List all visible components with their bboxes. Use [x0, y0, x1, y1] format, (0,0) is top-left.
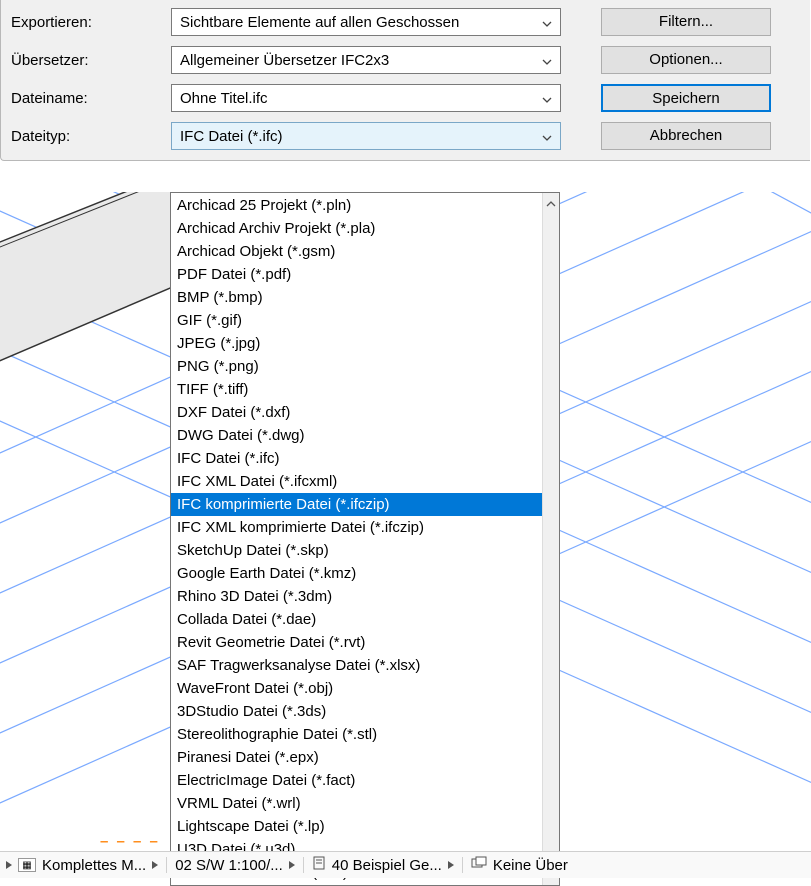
filetype-dropdown[interactable]: IFC Datei (*.ifc)	[171, 122, 561, 150]
chevron-down-icon	[542, 52, 552, 69]
filter-button[interactable]: Filtern...	[601, 8, 771, 36]
filetype-option[interactable]: Stereolithographie Datei (*.stl)	[171, 723, 542, 746]
filetype-option[interactable]: DXF Datei (*.dxf)	[171, 401, 542, 424]
expand-icon[interactable]	[6, 861, 12, 869]
chevron-down-icon	[542, 14, 552, 31]
expand-icon[interactable]	[152, 861, 158, 869]
filetype-option[interactable]: 3DStudio Datei (*.3ds)	[171, 700, 542, 723]
status-tab-4[interactable]: Keine Über	[493, 857, 568, 874]
save-dialog-panel: Exportieren: Sichtbare Elemente auf alle…	[0, 0, 810, 161]
status-tab-3[interactable]: 40 Beispiel Ge...	[332, 857, 442, 874]
status-tab-2[interactable]: 02 S/W 1:100/...	[175, 857, 283, 874]
status-bar: ▦ Komplettes M... 02 S/W 1:100/... 40 Be…	[0, 851, 811, 878]
filetype-option[interactable]: VRML Datei (*.wrl)	[171, 792, 542, 815]
filetype-option[interactable]: Collada Datei (*.dae)	[171, 608, 542, 631]
filetype-option[interactable]: ElectricImage Datei (*.fact)	[171, 769, 542, 792]
filename-input[interactable]: Ohne Titel.ifc	[171, 84, 561, 112]
export-dropdown[interactable]: Sichtbare Elemente auf allen Geschossen	[171, 8, 561, 36]
filetype-option[interactable]: Revit Geometrie Datei (*.rvt)	[171, 631, 542, 654]
filetype-option[interactable]: SketchUp Datei (*.skp)	[171, 539, 542, 562]
loading-indicator: – – – –	[100, 833, 160, 850]
status-tab-1[interactable]: Komplettes M...	[42, 857, 146, 874]
save-button[interactable]: Speichern	[601, 84, 771, 112]
filetype-option[interactable]: TIFF (*.tiff)	[171, 378, 542, 401]
filetype-option[interactable]: GIF (*.gif)	[171, 309, 542, 332]
translator-value: Allgemeiner Übersetzer IFC2x3	[180, 52, 389, 69]
filetype-option[interactable]: IFC komprimierte Datei (*.ifczip)	[171, 493, 542, 516]
filetype-option[interactable]: IFC XML Datei (*.ifcxml)	[171, 470, 542, 493]
cancel-button[interactable]: Abbrechen	[601, 122, 771, 150]
translator-label: Übersetzer:	[11, 52, 171, 69]
separator	[462, 857, 463, 873]
filename-value: Ohne Titel.ifc	[180, 90, 268, 107]
filename-label: Dateiname:	[11, 90, 171, 107]
filetype-option[interactable]: IFC Datei (*.ifc)	[171, 447, 542, 470]
filetype-option[interactable]: Archicad Objekt (*.gsm)	[171, 240, 542, 263]
expand-icon[interactable]	[448, 861, 454, 869]
chevron-down-icon	[542, 128, 552, 145]
filetype-option[interactable]: PDF Datei (*.pdf)	[171, 263, 542, 286]
separator	[166, 857, 167, 873]
filetype-option[interactable]: IFC XML komprimierte Datei (*.ifczip)	[171, 516, 542, 539]
chevron-down-icon	[542, 90, 552, 107]
dropdown-scrollbar[interactable]	[542, 193, 559, 885]
expand-icon[interactable]	[289, 861, 295, 869]
filetype-option[interactable]: Archicad 25 Projekt (*.pln)	[171, 194, 542, 217]
filetype-items: Archicad 25 Projekt (*.pln)Archicad Arch…	[171, 193, 542, 885]
translator-dropdown[interactable]: Allgemeiner Übersetzer IFC2x3	[171, 46, 561, 74]
override-icon	[471, 856, 487, 874]
movie-icon[interactable]: ▦	[18, 858, 36, 872]
page-icon	[312, 856, 326, 874]
filetype-option[interactable]: Archicad Archiv Projekt (*.pla)	[171, 217, 542, 240]
options-button[interactable]: Optionen...	[601, 46, 771, 74]
filetype-option[interactable]: SAF Tragwerksanalyse Datei (*.xlsx)	[171, 654, 542, 677]
filetype-value: IFC Datei (*.ifc)	[180, 128, 283, 145]
filetype-option[interactable]: BMP (*.bmp)	[171, 286, 542, 309]
filetype-option[interactable]: Lightscape Datei (*.lp)	[171, 815, 542, 838]
filetype-label: Dateityp:	[11, 128, 171, 145]
filetype-option[interactable]: Rhino 3D Datei (*.3dm)	[171, 585, 542, 608]
filetype-option[interactable]: DWG Datei (*.dwg)	[171, 424, 542, 447]
export-label: Exportieren:	[11, 14, 171, 31]
separator	[303, 857, 304, 873]
filetype-dropdown-list[interactable]: Archicad 25 Projekt (*.pln)Archicad Arch…	[170, 192, 560, 886]
export-value: Sichtbare Elemente auf allen Geschossen	[180, 14, 459, 31]
filetype-option[interactable]: WaveFront Datei (*.obj)	[171, 677, 542, 700]
filetype-option[interactable]: PNG (*.png)	[171, 355, 542, 378]
scroll-up-icon[interactable]	[546, 195, 556, 212]
filetype-option[interactable]: Google Earth Datei (*.kmz)	[171, 562, 542, 585]
filetype-option[interactable]: JPEG (*.jpg)	[171, 332, 542, 355]
filetype-option[interactable]: Piranesi Datei (*.epx)	[171, 746, 542, 769]
